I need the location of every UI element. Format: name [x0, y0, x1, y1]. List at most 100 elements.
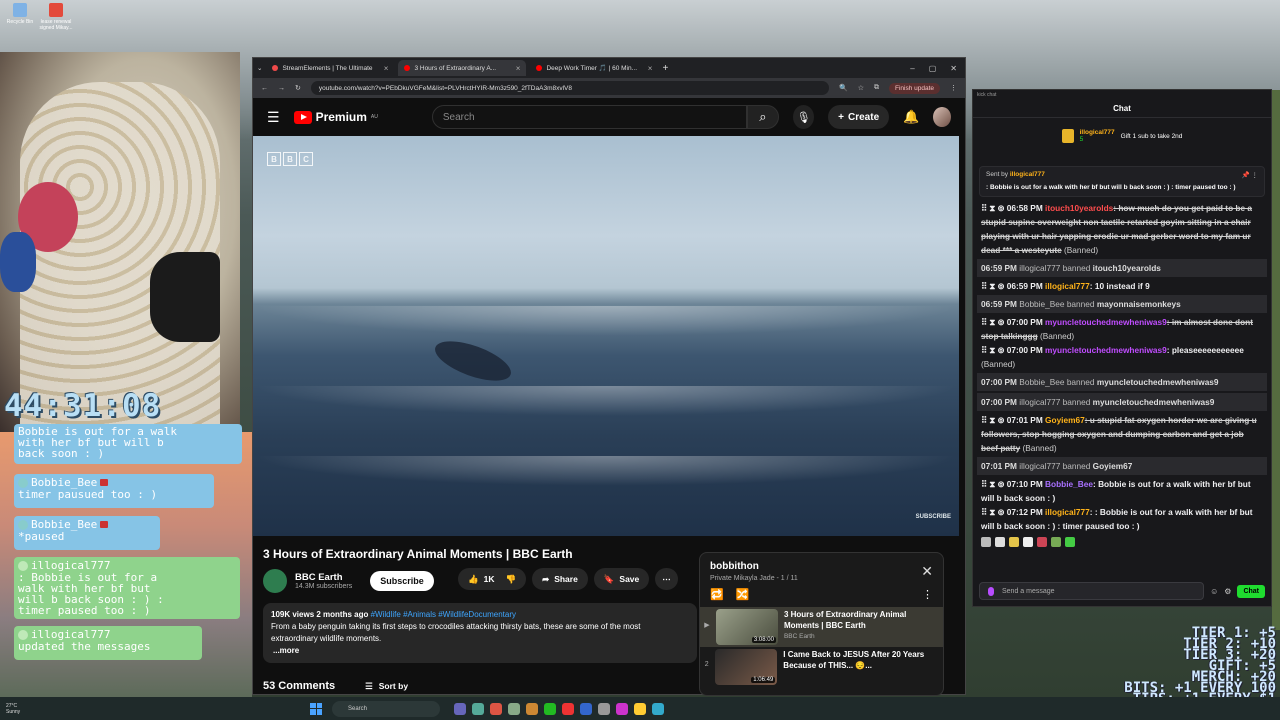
chat-timestamp: 06:59 PM: [981, 263, 1017, 273]
playlist-title[interactable]: bobbithon: [710, 561, 933, 572]
chat-username: illogical777: [1045, 281, 1090, 291]
channel-avatar[interactable]: [263, 569, 287, 593]
pinned-message[interactable]: Sent by illogical777 📌 ⋮ : Bobbie is out …: [979, 166, 1265, 197]
app-icon[interactable]: [634, 702, 646, 715]
save-button[interactable]: 🔖 Save: [593, 568, 650, 590]
playlist-item-title: I Came Back to JESUS After 20 Years Beca…: [783, 650, 925, 670]
new-tab-button[interactable]: +: [662, 63, 668, 74]
app-icon[interactable]: [562, 702, 574, 715]
desktop-icon-recycle-bin[interactable]: Recycle Bin: [0, 3, 40, 25]
emote-icon[interactable]: [995, 537, 1005, 547]
notifications-bell-icon[interactable]: 🔔: [903, 109, 919, 125]
hamburger-menu-icon[interactable]: ☰: [267, 109, 280, 126]
more-actions-button[interactable]: ⋯: [655, 568, 678, 590]
video-description[interactable]: 109K views 2 months ago #Wildlife #Anima…: [263, 603, 697, 663]
tab-close-icon[interactable]: ×: [384, 64, 389, 73]
back-icon[interactable]: ←: [261, 85, 268, 92]
playlist-item[interactable]: ▶ 3:08:00 3 Hours of Extraordinary Anima…: [700, 607, 943, 647]
close-icon[interactable]: ✕: [921, 563, 933, 580]
chat-window: kick chat Chat illogical777 5 Gift 1 sub…: [972, 89, 1272, 607]
emote-icon[interactable]: [1009, 537, 1019, 547]
tab-youtube-video[interactable]: 3 Hours of Extraordinary A... ×: [398, 60, 527, 76]
forward-icon[interactable]: →: [278, 85, 285, 92]
weather-widget[interactable]: 27°C Sunny: [0, 703, 120, 715]
badge-icon: [100, 521, 109, 528]
show-more-link[interactable]: ...more: [273, 646, 299, 655]
playlist-item[interactable]: 2 1:06:49 I Came Back to JESUS After 20 …: [700, 647, 943, 687]
chat-username: myuncletouchedmewheniwas9: [1045, 345, 1167, 355]
emoji-icon[interactable]: ☺: [1210, 587, 1218, 596]
minimize-icon[interactable]: –: [910, 64, 914, 73]
app-icon[interactable]: [544, 702, 556, 715]
thumbs-down-icon[interactable]: 👎: [505, 574, 516, 585]
url-field[interactable]: youtube.com/watch?v=PEbDkuVGFeM&list=PLV…: [310, 81, 829, 95]
channel-name[interactable]: BBC Earth: [295, 572, 352, 583]
settings-gear-icon[interactable]: ⚙: [1224, 587, 1231, 596]
shuffle-icon[interactable]: 🔀: [736, 588, 750, 601]
desktop-icon-label: Recycle Bin: [6, 19, 34, 25]
playlist-subtitle: Private Mikayla Jade - 1 / 11: [710, 575, 798, 582]
taskbar-search[interactable]: Search: [332, 700, 440, 717]
emote-icon[interactable]: [1065, 537, 1075, 547]
like-button[interactable]: 👍 1K 👎: [458, 568, 527, 590]
send-chat-button[interactable]: Chat: [1237, 584, 1265, 598]
app-icon[interactable]: [652, 702, 664, 715]
app-icon[interactable]: [616, 702, 628, 715]
emote-bar: [973, 533, 1271, 551]
gift-leader-name[interactable]: illogical777: [1080, 129, 1115, 136]
voice-search-button[interactable]: 🎙: [792, 105, 815, 129]
start-menu-icon[interactable]: [310, 702, 322, 715]
avatar: [18, 629, 28, 640]
emote-icon[interactable]: [981, 537, 991, 547]
app-icon[interactable]: [454, 702, 466, 715]
more-vert-icon[interactable]: ⋮: [922, 588, 933, 601]
search-input[interactable]: Search: [431, 105, 747, 129]
close-icon[interactable]: ✕: [950, 64, 957, 73]
description-text: From a baby penguin taking its first ste…: [271, 622, 641, 643]
app-icon[interactable]: [580, 702, 592, 715]
search-button[interactable]: ⌕: [746, 105, 779, 129]
sort-by-button[interactable]: ☰ Sort by: [365, 681, 408, 692]
youtube-play-icon: [293, 110, 312, 124]
tab-close-icon[interactable]: ×: [516, 64, 521, 73]
app-icon[interactable]: [508, 702, 520, 715]
video-player[interactable]: B B C SUBSCRIBE: [253, 136, 959, 536]
create-button[interactable]: + Create: [828, 105, 890, 129]
share-label: Share: [554, 574, 578, 584]
chat-message: ⠿ ⧗ ⊚ 07:00 PM myuncletouchedmewheniwas9…: [979, 315, 1265, 343]
app-icon[interactable]: [490, 702, 502, 715]
tab-search-icon[interactable]: ⌄: [257, 64, 262, 72]
emote-icon[interactable]: [1023, 537, 1033, 547]
tab-streamelements[interactable]: StreamElements | The Ultimate ×: [266, 60, 394, 76]
subscribe-watermark[interactable]: SUBSCRIBE: [916, 514, 951, 520]
maximize-icon[interactable]: ▢: [929, 64, 937, 73]
wave: [253, 306, 959, 336]
hashtags[interactable]: #Wildlife #Animals #WildlifeDocumentary: [371, 610, 516, 619]
tab-close-icon[interactable]: ×: [648, 64, 653, 73]
desktop-icon-lease-pdf[interactable]: lease renewal signed Mikay...: [36, 3, 76, 31]
reload-icon[interactable]: ↻: [295, 84, 301, 92]
youtube-premium-logo[interactable]: Premium AU: [293, 110, 378, 124]
chat-message-list[interactable]: ⠿ ⧗ ⊚ 06:58 PM itouch10yearolds: how muc…: [973, 201, 1271, 533]
emote-icon[interactable]: [1051, 537, 1061, 547]
playlist-header: bobbithon Private Mikayla Jade - 1 / 11 …: [700, 553, 943, 582]
chat-moderation-notice: 06:59 PM Bobbie_Bee banned mayonnaisemon…: [977, 295, 1267, 313]
loop-icon[interactable]: 🔁: [710, 588, 724, 601]
app-icon[interactable]: [598, 702, 610, 715]
chat-message: ⠿ ⧗ ⊚ 07:00 PM myuncletouchedmewheniwas9…: [979, 343, 1265, 371]
pin-icon[interactable]: 📌 ⋮: [1242, 171, 1258, 179]
bookmark-star-icon[interactable]: ☆: [858, 84, 864, 92]
app-icon[interactable]: [472, 702, 484, 715]
tab-deep-work-timer[interactable]: Deep Work Timer 🎵 | 60 Min... ×: [530, 60, 658, 76]
menu-kebab-icon[interactable]: ⋮: [950, 84, 957, 92]
share-button[interactable]: ➦ Share: [532, 568, 588, 590]
finish-update-button[interactable]: Finish update: [888, 82, 940, 94]
zoom-icon[interactable]: 🔍: [839, 84, 848, 92]
extensions-icon[interactable]: ⧉: [874, 84, 879, 92]
app-icon[interactable]: [526, 702, 538, 715]
chat-message-input[interactable]: Send a message: [979, 582, 1205, 600]
account-avatar[interactable]: [933, 107, 951, 127]
banned-tag: (Banned): [1061, 245, 1099, 255]
emote-icon[interactable]: [1037, 537, 1047, 547]
subscribe-button[interactable]: Subscribe: [370, 571, 434, 591]
